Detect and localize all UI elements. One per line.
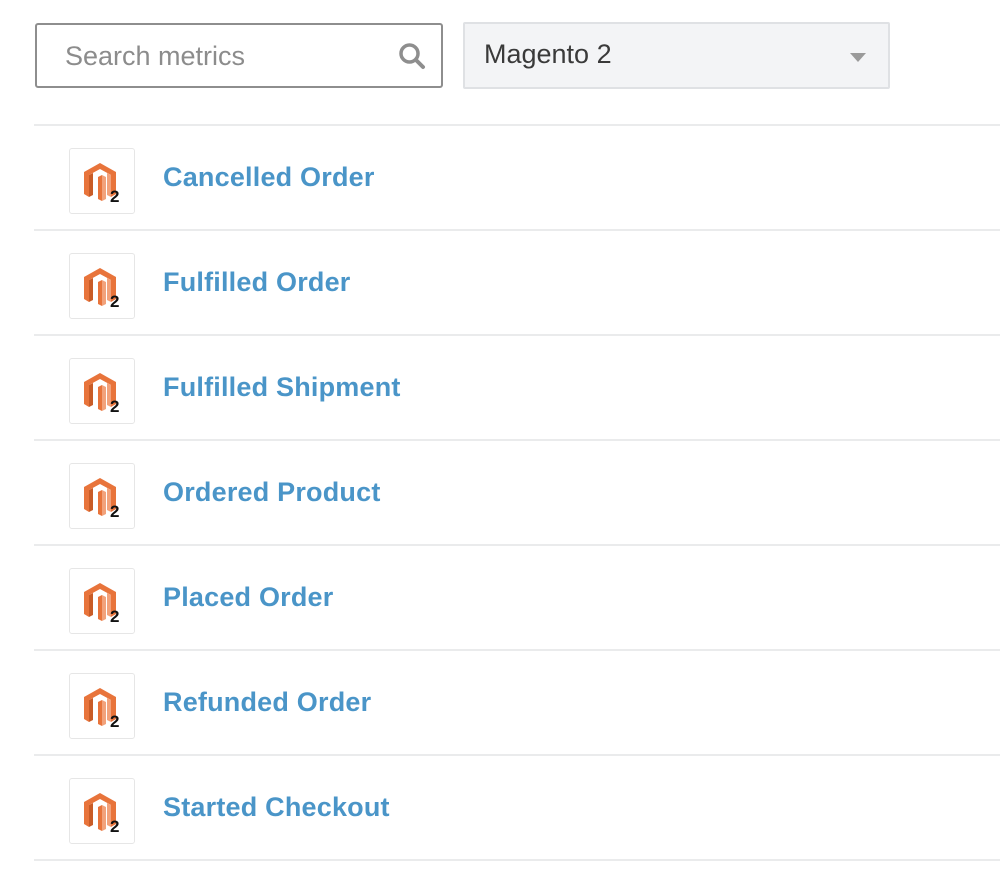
metric-row-placed-order[interactable]: 2 Placed Order [34,546,1000,649]
magento-2-logo-icon: 2 [69,463,135,529]
metric-row-fulfilled-shipment[interactable]: 2 Fulfilled Shipment [34,336,1000,439]
metric-link[interactable]: Placed Order [163,582,333,613]
metric-row-refunded-order[interactable]: 2 Refunded Order [34,651,1000,754]
selected-source: Magento 2 [484,39,612,69]
divider [34,859,1000,861]
svg-text:2: 2 [110,502,119,519]
magento-2-logo-icon: 2 [69,148,135,214]
search-metrics-input[interactable] [63,25,387,88]
svg-text:2: 2 [110,292,119,309]
svg-text:2: 2 [110,187,119,204]
svg-text:2: 2 [110,817,119,834]
magento-2-logo-icon: 2 [69,358,135,424]
integration-source-select[interactable]: Magento 2 [463,22,890,89]
magento-2-logo-icon: 2 [69,253,135,319]
metric-link[interactable]: Fulfilled Order [163,267,351,298]
metric-row-started-checkout[interactable]: 2 Started Checkout [34,756,1000,859]
svg-text:2: 2 [110,607,119,624]
metric-row-cancelled-order[interactable]: 2 Cancelled Order [34,126,1000,229]
metrics-list: 2 Cancelled Order 2 Fulfilled Order 2 Fu… [34,124,1000,861]
svg-text:2: 2 [110,712,119,729]
magento-2-logo-icon: 2 [69,778,135,844]
chevron-down-icon [850,53,866,62]
metric-row-fulfilled-order[interactable]: 2 Fulfilled Order [34,231,1000,334]
metric-row-ordered-product[interactable]: 2 Ordered Product [34,441,1000,544]
search-icon[interactable] [397,41,427,71]
metric-link[interactable]: Ordered Product [163,477,381,508]
metric-link[interactable]: Cancelled Order [163,162,375,193]
svg-text:2: 2 [110,397,119,414]
magento-2-logo-icon: 2 [69,673,135,739]
search-metrics-box[interactable] [35,23,443,88]
metric-link[interactable]: Fulfilled Shipment [163,372,401,403]
metric-link[interactable]: Started Checkout [163,792,390,823]
metric-link[interactable]: Refunded Order [163,687,371,718]
magento-2-logo-icon: 2 [69,568,135,634]
